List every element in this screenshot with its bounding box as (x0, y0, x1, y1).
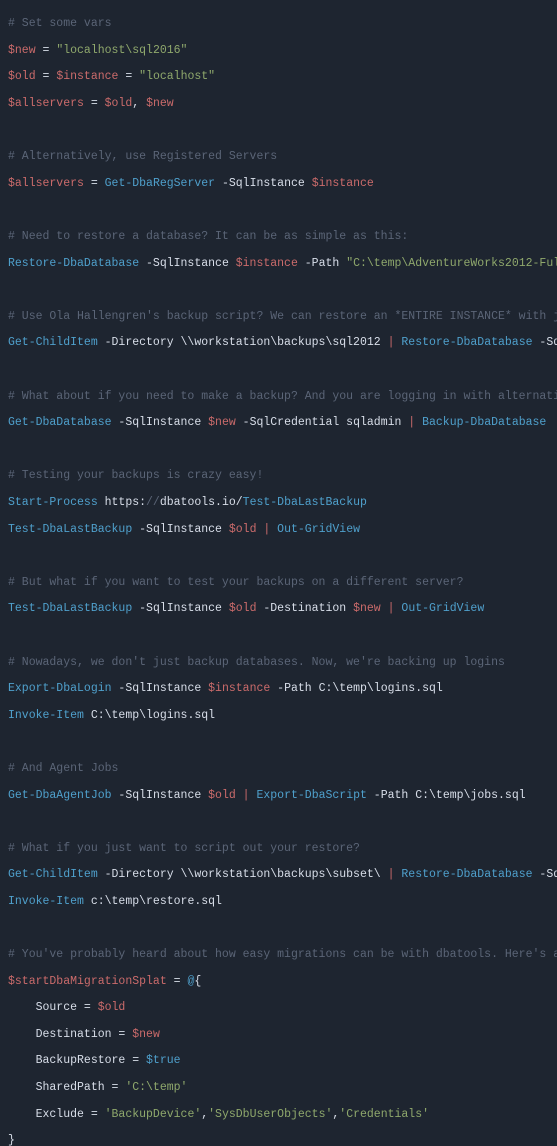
cmdlet: Get-DbaRegServer (105, 177, 215, 190)
splat-at: @ (187, 975, 194, 988)
variable: $new (8, 44, 36, 57)
code-editor: # Set some vars $new = "localhost\sql201… (0, 0, 557, 1146)
string: "localhost\sql2016" (56, 44, 187, 57)
comment: # Set some vars (8, 17, 112, 30)
closing-brace: } (8, 1134, 15, 1146)
